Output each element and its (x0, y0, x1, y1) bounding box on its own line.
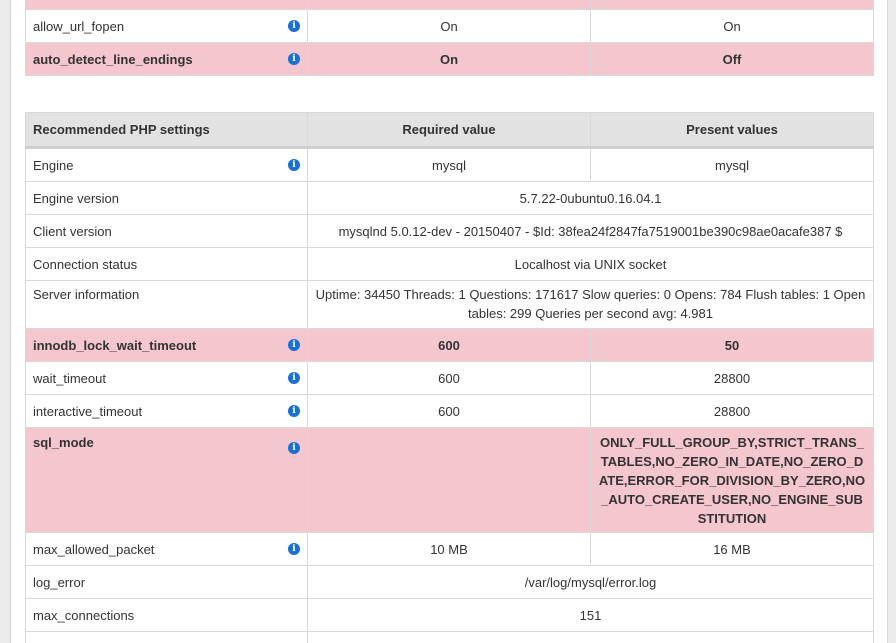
setting-name: Engine (33, 157, 74, 173)
required-value: 10 MB (307, 532, 591, 566)
table-row: interactive_timeout i 600 28800 (25, 394, 874, 428)
merged-value: mysqlnd 5.0.12-dev - 20150407 - $Id: 38f… (307, 214, 874, 248)
table-row (25, 0, 874, 10)
table-row: log_error /var/log/mysql/error.log (25, 565, 874, 599)
setting-name-cell (25, 0, 308, 10)
setting-name: max_connections (25, 598, 308, 632)
present-value: 28800 (590, 361, 874, 395)
info-icon[interactable]: i (288, 442, 300, 454)
table-row: auto_detect_line_endings i On Off (25, 42, 874, 76)
setting-name: Client version (25, 214, 308, 248)
setting-name-cell: allow_url_fopen i (25, 9, 308, 43)
setting-name: auto_detect_line_endings (33, 51, 193, 67)
setting-name: Server information (25, 280, 308, 329)
merged-value: 5.7.22-0ubuntu0.16.04.1 (307, 181, 874, 215)
present-value: On (590, 9, 874, 43)
setting-name-cell: interactive_timeout i (25, 394, 308, 428)
table-row: Engine i mysql mysql (25, 147, 874, 182)
table-row: Server information Uptime: 34450 Threads… (25, 280, 874, 329)
table-row: max_connections 151 (25, 598, 874, 632)
info-icon[interactable]: i (288, 20, 300, 32)
merged-value: /var/log/mysql/error.log (307, 565, 874, 599)
table-row: sql_mode i ONLY_FULL_GROUP_BY,STRICT_TRA… (25, 427, 874, 533)
info-icon[interactable]: i (288, 53, 300, 65)
setting-name: innodb_lock_wait_timeout (33, 337, 197, 353)
present-value: 50 (590, 328, 874, 362)
merged-value: Localhost via UNIX socket (307, 247, 874, 281)
setting-name-cell: max_allowed_packet i (25, 532, 308, 566)
setting-name: sql_mode (33, 435, 94, 450)
setting-name-cell: innodb_lock_wait_timeout i (25, 328, 308, 362)
table-row: Engine version 5.7.22-0ubuntu0.16.04.1 (25, 181, 874, 215)
table-row: wait_timeout i 600 28800 (25, 361, 874, 395)
present-value: mysql (590, 147, 874, 182)
present-value: Off (590, 42, 874, 76)
info-icon[interactable]: i (288, 159, 300, 171)
php-settings-table: allow_url_fopen i On On auto_detect_line… (25, 0, 874, 76)
setting-name: Connection status (25, 247, 308, 281)
info-icon[interactable]: i (288, 372, 300, 384)
present-value-cell (590, 0, 874, 10)
table-row: max_allowed_packet i 10 MB 16 MB (25, 532, 874, 566)
required-value-cell (307, 0, 591, 10)
column-header-required: Required value (307, 112, 591, 149)
setting-name-cell: wait_timeout i (25, 361, 308, 395)
table-row: Connection status Localhost via UNIX soc… (25, 247, 874, 281)
table-row: allow_url_fopen i On On (25, 9, 874, 43)
setting-name-cell: Engine i (25, 147, 308, 182)
merged-value: Uptime: 34450 Threads: 1 Questions: 1716… (307, 280, 874, 329)
required-value: mysql (307, 147, 591, 182)
info-icon[interactable]: i (288, 339, 300, 351)
required-value: 600 (307, 361, 591, 395)
setting-name: Engine version (25, 181, 308, 215)
setting-name: log_error (25, 565, 308, 599)
column-header-setting: Recommended PHP settings (25, 112, 308, 149)
mysql-settings-table: Recommended PHP settings Required value … (25, 112, 874, 643)
table-row: bulk_insert_buffer_size 8.00 MB (25, 631, 874, 643)
setting-name: bulk_insert_buffer_size (25, 631, 308, 643)
table-header-row: Recommended PHP settings Required value … (25, 112, 874, 149)
info-icon[interactable]: i (288, 543, 300, 555)
setting-name: wait_timeout (33, 370, 106, 386)
column-header-present: Present values (590, 112, 874, 149)
required-value: 600 (307, 394, 591, 428)
merged-value: 8.00 MB (307, 631, 874, 643)
table-row: innodb_lock_wait_timeout i 600 50 (25, 328, 874, 362)
setting-name: allow_url_fopen (33, 18, 125, 34)
merged-value: 151 (307, 598, 874, 632)
info-icon[interactable]: i (288, 405, 300, 417)
setting-name: max_allowed_packet (33, 541, 155, 557)
present-value: 16 MB (590, 532, 874, 566)
present-value: ONLY_FULL_GROUP_BY,STRICT_TRANS_TABLES,N… (590, 427, 874, 533)
required-value: On (307, 42, 591, 76)
required-value: On (307, 9, 591, 43)
setting-name: interactive_timeout (33, 403, 143, 419)
required-value: 600 (307, 328, 591, 362)
required-value (307, 427, 591, 533)
table-row: Client version mysqlnd 5.0.12-dev - 2015… (25, 214, 874, 248)
present-value: 28800 (590, 394, 874, 428)
settings-panel: allow_url_fopen i On On auto_detect_line… (10, 0, 888, 643)
setting-name-cell: auto_detect_line_endings i (25, 42, 308, 76)
setting-name-cell: sql_mode i (25, 427, 308, 533)
